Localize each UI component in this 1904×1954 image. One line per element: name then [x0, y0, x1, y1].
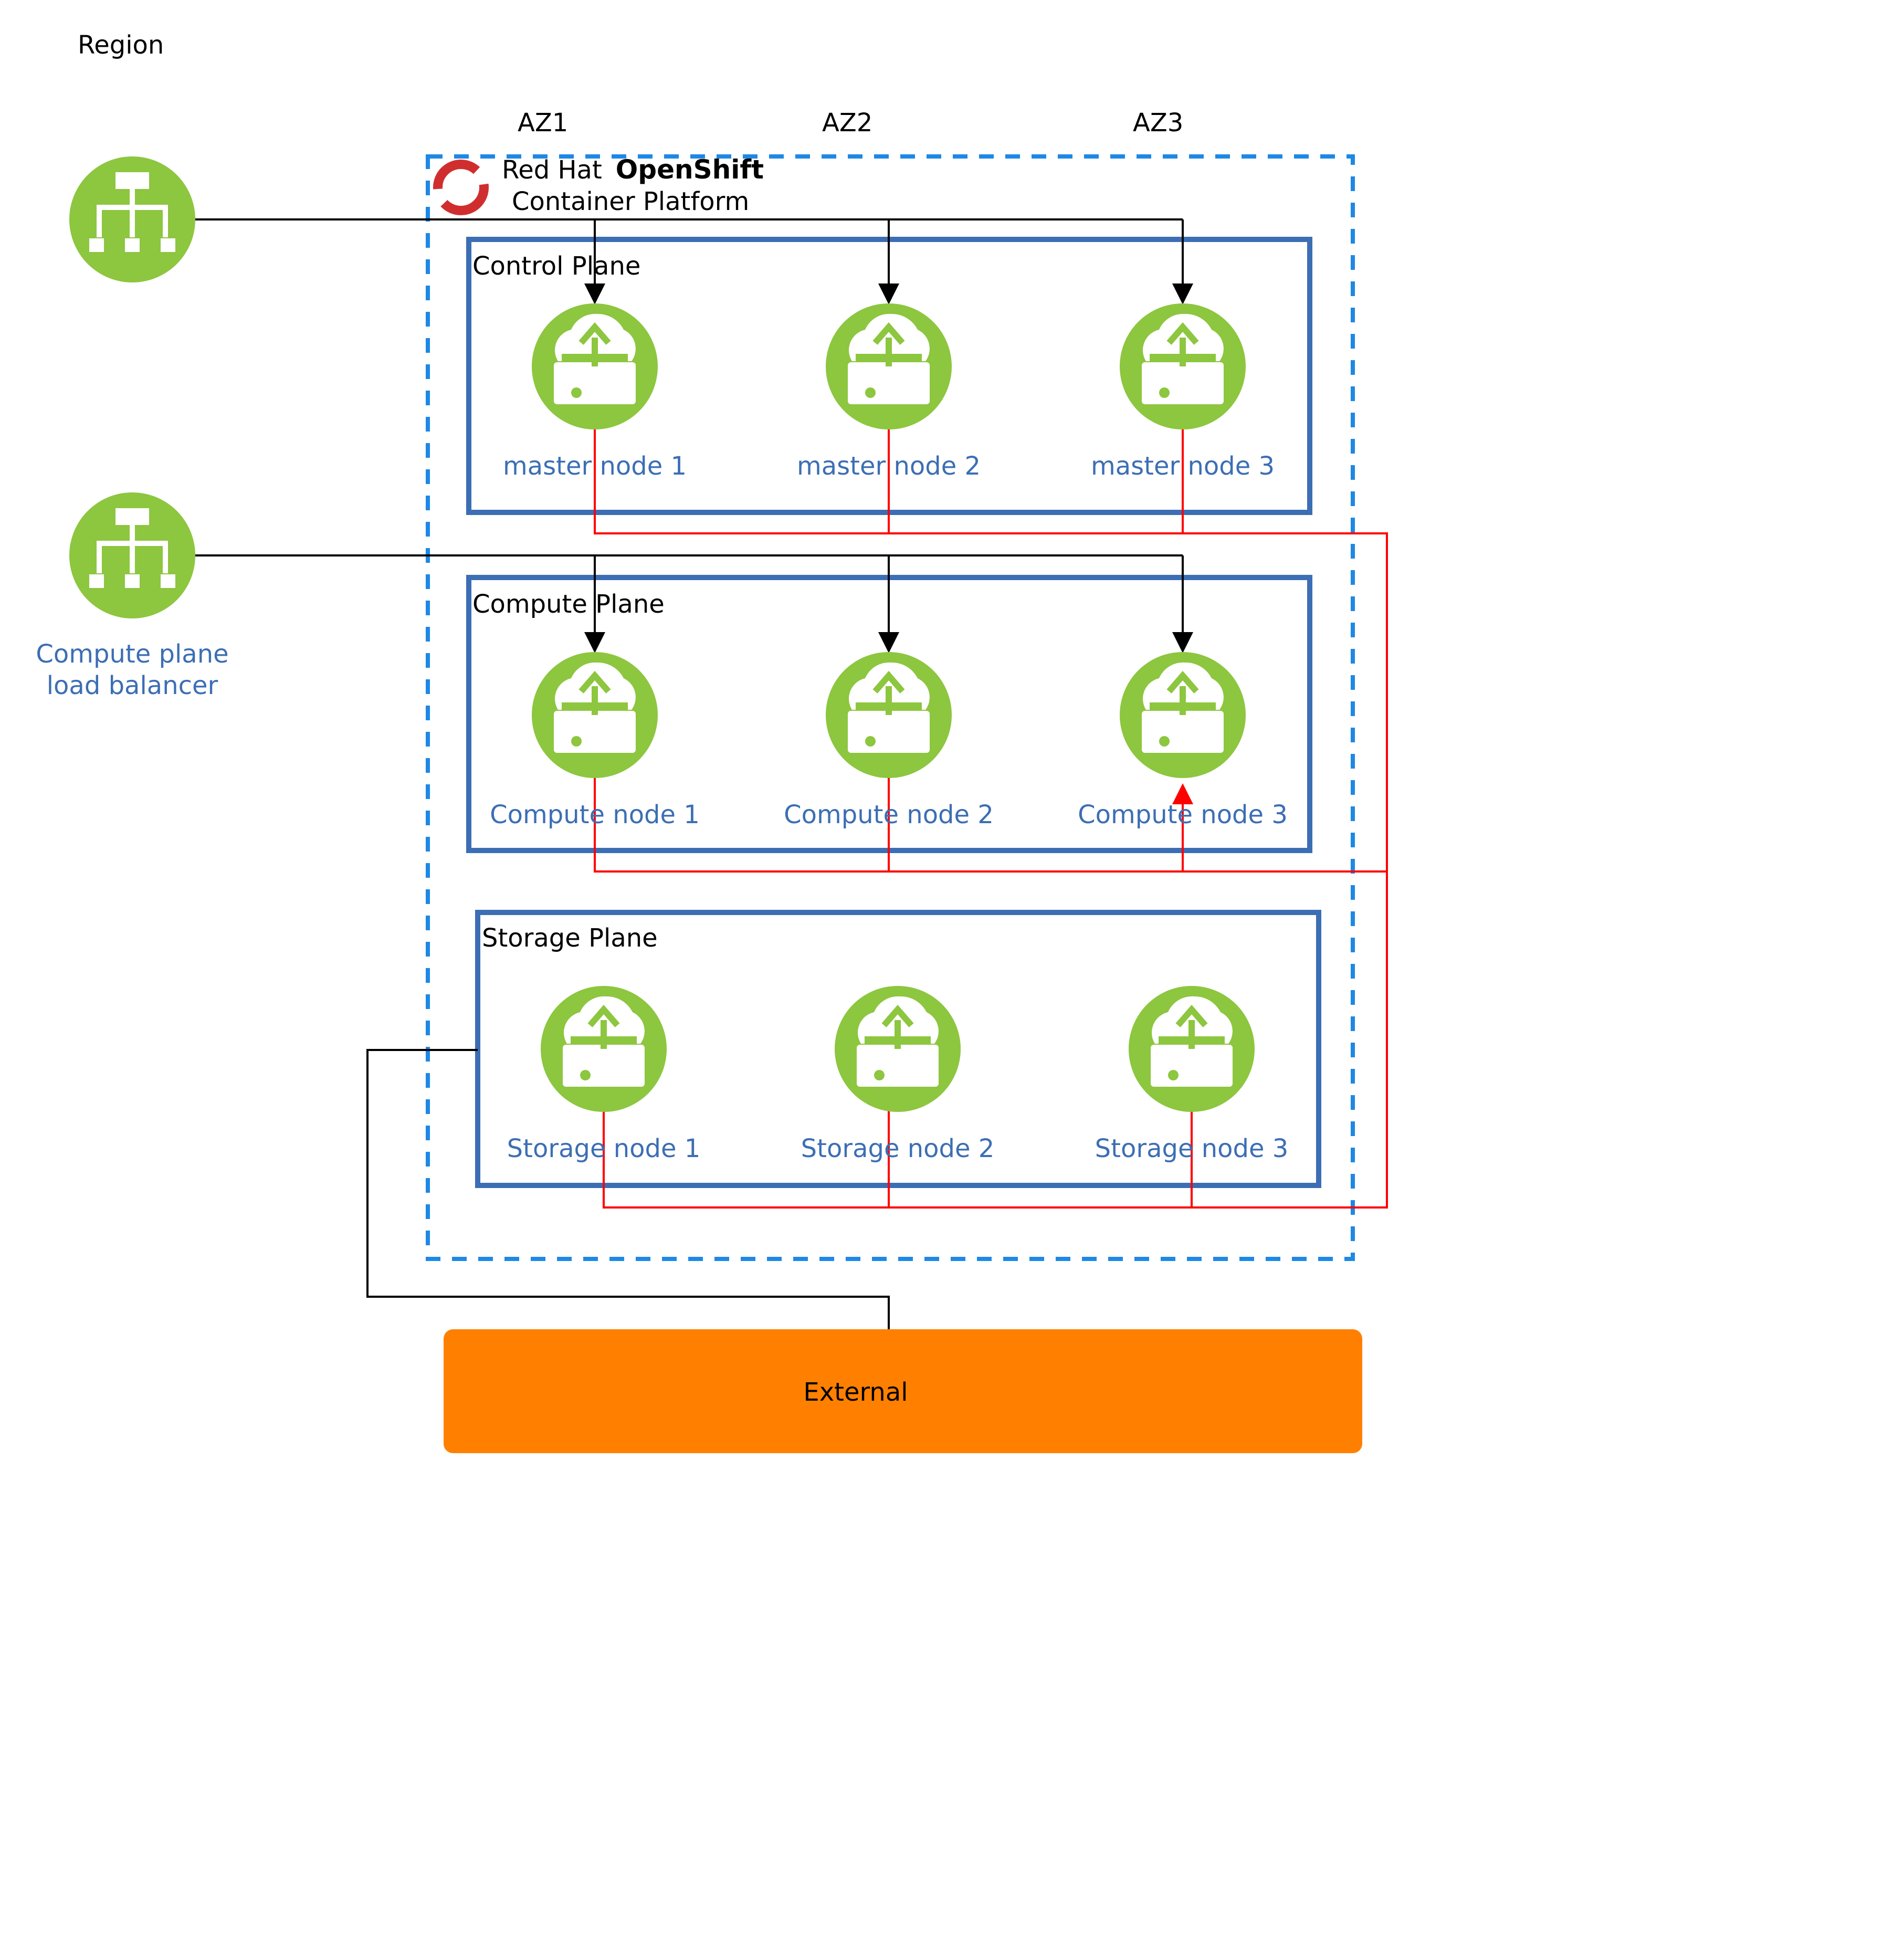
region-label: Region: [78, 30, 164, 60]
master-node-1-icon: [532, 303, 658, 429]
compute-node-1-icon: [532, 652, 658, 778]
load-balancer-routes: [194, 218, 1193, 653]
compute-lb-label-line2: load balancer: [47, 671, 218, 700]
platform-brand-regular: Red Hat: [502, 155, 602, 185]
master-node-3-label: master node 3: [1091, 451, 1275, 481]
storage-node-2-label: Storage node 2: [801, 1134, 995, 1163]
master-node-1-label: master node 1: [503, 451, 687, 481]
compute-node-2-label: Compute node 2: [784, 800, 994, 829]
master-node-2-icon: [826, 303, 952, 429]
az-label-3: AZ3: [1133, 108, 1183, 138]
platform-brand-bold: OpenShift: [616, 154, 764, 185]
az-label-1: AZ1: [518, 108, 568, 138]
storage-plane-title: Storage Plane: [482, 923, 658, 953]
architecture-diagram: Region AZ1 AZ2 AZ3 Red Hat OpenShift Con…: [36, 30, 1388, 1453]
compute-plane-load-balancer-icon: [69, 492, 195, 618]
storage-node-3-label: Storage node 3: [1095, 1134, 1289, 1163]
storage-node-1-icon: [541, 986, 667, 1112]
compute-node-3-label: Compute node 3: [1078, 800, 1288, 829]
external-label: External: [803, 1378, 908, 1407]
platform-subtitle: Container Platform: [512, 187, 749, 216]
compute-node-3-icon: [1120, 652, 1246, 778]
master-node-2-label: master node 2: [797, 451, 981, 481]
storage-node-1-label: Storage node 1: [507, 1134, 701, 1163]
az-label-2: AZ2: [822, 108, 872, 138]
storage-node-3-icon: [1129, 986, 1255, 1112]
compute-node-2-icon: [826, 652, 952, 778]
openshift-logo: [433, 160, 489, 215]
control-plane-load-balancer-icon: [69, 156, 195, 282]
platform-brand: Red Hat OpenShift: [502, 154, 764, 185]
compute-lb-label-line1: Compute plane: [36, 639, 228, 669]
control-plane-title: Control Plane: [472, 251, 640, 281]
storage-node-2-icon: [835, 986, 961, 1112]
compute-plane-title: Compute Plane: [472, 590, 665, 619]
compute-node-1-label: Compute node 1: [490, 800, 700, 829]
master-node-3-icon: [1120, 303, 1246, 429]
